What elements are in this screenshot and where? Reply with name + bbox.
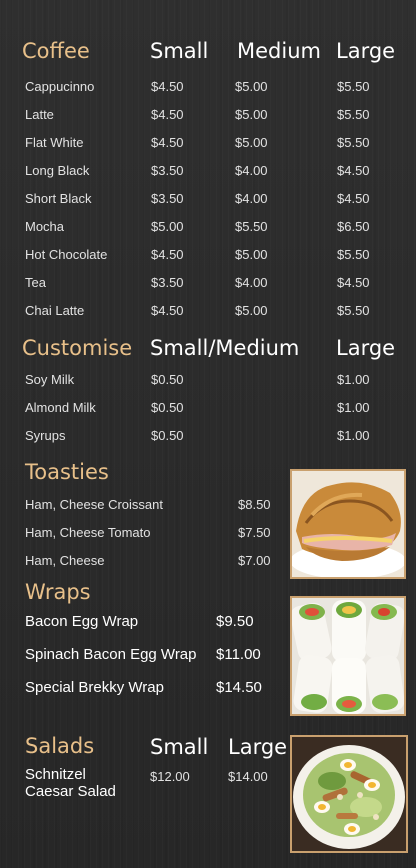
wrap-item-name: Spinach Bacon Egg Wrap [25, 646, 197, 663]
coffee-price-small: $3.50 [151, 163, 184, 178]
salad-illustration [292, 737, 406, 851]
coffee-price-medium: $5.00 [235, 135, 268, 150]
salads-col-large: Large [228, 735, 288, 759]
coffee-price-small: $4.50 [151, 79, 184, 94]
coffee-price-large: $5.50 [337, 107, 370, 122]
customise-item-name: Syrups [25, 428, 66, 443]
toastie-item-name: Ham, Cheese Tomato [25, 525, 151, 540]
salad-price-small: $12.00 [150, 769, 190, 784]
coffee-price-large: $6.50 [337, 219, 370, 234]
coffee-price-small: $5.00 [151, 219, 184, 234]
customise-price-large: $1.00 [337, 428, 370, 443]
coffee-price-medium: $5.00 [235, 107, 268, 122]
coffee-item-name: Hot Chocolate [25, 247, 108, 262]
coffee-price-large: $4.50 [337, 275, 370, 290]
coffee-price-small: $4.50 [151, 247, 184, 262]
coffee-price-medium: $4.00 [235, 275, 268, 290]
salad-item-name-line1: Schnitzel [25, 766, 86, 783]
customise-price-large: $1.00 [337, 400, 370, 415]
coffee-price-large: $5.50 [337, 135, 370, 150]
coffee-item-name: Long Black [25, 163, 90, 178]
wraps-photo [290, 596, 406, 716]
coffee-price-small: $3.50 [151, 275, 184, 290]
customise-price-small-medium: $0.50 [151, 400, 184, 415]
customise-price-small-medium: $0.50 [151, 428, 184, 443]
coffee-price-small: $4.50 [151, 303, 184, 318]
salad-price-large: $14.00 [228, 769, 268, 784]
croissant-illustration [292, 471, 404, 577]
coffee-price-medium: $4.00 [235, 191, 268, 206]
wrap-price: $9.50 [216, 613, 254, 630]
salad-photo [290, 735, 408, 853]
customise-price-large: $1.00 [337, 372, 370, 387]
coffee-item-name: Flat White [25, 135, 84, 150]
customise-col-large: Large [336, 336, 396, 360]
toastie-item-name: Ham, Cheese [25, 553, 105, 568]
wrap-price: $11.00 [216, 646, 261, 663]
coffee-price-small: $4.50 [151, 135, 184, 150]
coffee-price-large: $4.50 [337, 191, 370, 206]
coffee-heading: Coffee [22, 39, 90, 63]
wrap-price: $14.50 [216, 679, 262, 696]
coffee-price-medium: $5.00 [235, 247, 268, 262]
coffee-col-small: Small [150, 39, 209, 63]
coffee-price-large: $5.50 [337, 247, 370, 262]
salad-item-name-line2: Caesar Salad [25, 783, 116, 800]
customise-price-small-medium: $0.50 [151, 372, 184, 387]
coffee-price-large: $5.50 [337, 303, 370, 318]
customise-heading: Customise [22, 336, 133, 360]
coffee-price-medium: $5.50 [235, 219, 268, 234]
toastie-price: $8.50 [238, 497, 271, 512]
salads-heading: Salads [25, 734, 95, 758]
toasties-heading: Toasties [25, 460, 109, 484]
customise-item-name: Almond Milk [25, 400, 96, 415]
wraps-illustration [292, 598, 404, 714]
coffee-price-large: $5.50 [337, 79, 370, 94]
coffee-price-small: $3.50 [151, 191, 184, 206]
customise-col-small-medium: Small/Medium [150, 336, 300, 360]
croissant-photo [290, 469, 406, 579]
coffee-price-medium: $4.00 [235, 163, 268, 178]
coffee-price-medium: $5.00 [235, 79, 268, 94]
coffee-item-name: Latte [25, 107, 54, 122]
coffee-price-small: $4.50 [151, 107, 184, 122]
toastie-item-name: Ham, Cheese Croissant [25, 497, 163, 512]
coffee-col-large: Large [336, 39, 396, 63]
toastie-price: $7.50 [238, 525, 271, 540]
coffee-item-name: Chai Latte [25, 303, 85, 318]
coffee-item-name: Tea [25, 275, 46, 290]
wraps-heading: Wraps [25, 580, 91, 604]
coffee-col-medium: Medium [237, 39, 321, 63]
coffee-item-name: Mocha [25, 219, 65, 234]
wrap-item-name: Special Brekky Wrap [25, 679, 164, 696]
coffee-item-name: Cappucinno [25, 79, 95, 94]
toastie-price: $7.00 [238, 553, 271, 568]
wrap-item-name: Bacon Egg Wrap [25, 613, 139, 630]
customise-item-name: Soy Milk [25, 372, 75, 387]
coffee-price-medium: $5.00 [235, 303, 268, 318]
salads-col-small: Small [150, 735, 209, 759]
coffee-item-name: Short Black [25, 191, 92, 206]
coffee-price-large: $4.50 [337, 163, 370, 178]
